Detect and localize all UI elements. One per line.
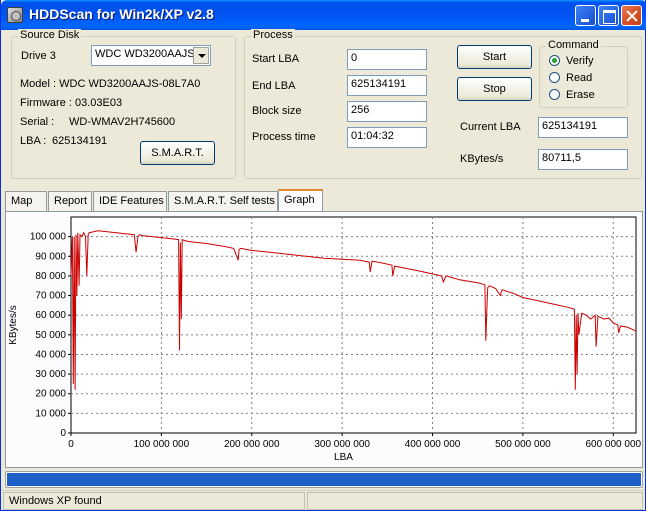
block-size-field[interactable]: 256	[347, 101, 427, 122]
x-tick-label: 0	[68, 439, 74, 450]
minimize-button[interactable]	[575, 5, 596, 26]
lba-label: LBA :	[20, 135, 47, 147]
radio-icon[interactable]	[549, 72, 560, 83]
y-axis-label: KBytes/s	[8, 305, 19, 344]
lba-value: 625134191	[52, 135, 108, 147]
command-legend: Command	[546, 39, 601, 51]
tab-report[interactable]: Report	[48, 191, 92, 211]
x-tick-label: 500 000 000	[495, 439, 551, 450]
y-tick-label: 30 000	[35, 369, 66, 380]
process-time-field: 01:04:32	[347, 127, 427, 148]
drive-select-value: WDC WD3200AAJS	[95, 48, 195, 60]
radio-selected-icon[interactable]	[549, 55, 560, 66]
erase-radio[interactable]: Erase	[549, 89, 595, 101]
start-lba-label: Start LBA	[252, 53, 300, 65]
y-tick-label: 100 000	[30, 232, 67, 243]
y-tick-label: 40 000	[35, 349, 66, 360]
close-button[interactable]	[621, 5, 642, 26]
y-tick-label: 20 000	[35, 389, 66, 400]
stop-button[interactable]: Stop	[457, 77, 532, 101]
firmware-text: Firmware : 03.03E03	[20, 97, 123, 109]
y-tick-label: 90 000	[35, 251, 66, 262]
y-tick-label: 0	[60, 428, 66, 439]
title-bar[interactable]: HDDScan for Win2k/XP v2.8	[1, 0, 646, 30]
tab-ide-features[interactable]: IDE Features	[93, 191, 167, 211]
x-tick-label: 100 000 000	[134, 439, 190, 450]
tab-map[interactable]: Map	[5, 191, 47, 211]
y-tick-label: 70 000	[35, 291, 66, 302]
serial-label: Serial :	[20, 116, 55, 128]
progress-bar	[5, 471, 643, 488]
current-lba-field: 625134191	[538, 117, 628, 138]
status-pane-empty	[307, 492, 643, 510]
verify-radio[interactable]: Verify	[549, 55, 594, 67]
graph-panel: 0 10 000 20 000 30 000 40 000 50 000 60 000 70 …	[5, 211, 643, 468]
tab-graph[interactable]: Graph	[278, 189, 323, 212]
x-axis-label: LBA	[334, 452, 353, 463]
hdd-icon	[7, 7, 23, 23]
tab-smart-self-tests[interactable]: S.M.A.R.T. Self tests	[168, 191, 278, 211]
read-radio[interactable]: Read	[549, 72, 592, 84]
radio-icon[interactable]	[549, 89, 560, 100]
x-tick-label: 600 000 000	[585, 439, 641, 450]
window-title: HDDScan for Win2k/XP v2.8	[29, 6, 214, 22]
kbytes-field: 80711,5	[538, 149, 628, 170]
end-lba-field[interactable]: 625134191	[347, 75, 427, 96]
maximize-button[interactable]	[598, 5, 619, 26]
status-bar: Windows XP found	[1, 490, 645, 510]
process-legend: Process	[251, 29, 295, 41]
serial-value: WD-WMAV2H745600	[69, 116, 176, 128]
verify-radio-label: Verify	[566, 55, 594, 67]
erase-radio-label: Erase	[566, 89, 595, 101]
speed-chart: 0 10 000 20 000 30 000 40 000 50 000 60 000 70 …	[8, 216, 642, 463]
y-tick-label: 80 000	[35, 271, 66, 282]
x-tick-label: 400 000 000	[405, 439, 461, 450]
app-window: HDDScan for Win2k/XP v2.8 Source Disk Dr…	[0, 0, 646, 511]
start-lba-field[interactable]: 0	[347, 49, 427, 70]
x-tick-label: 300 000 000	[314, 439, 370, 450]
drive-select[interactable]: WDC WD3200AAJS	[91, 45, 211, 66]
y-tick-label: 60 000	[35, 310, 66, 321]
current-lba-label: Current LBA	[460, 121, 521, 133]
process-time-label: Process time	[252, 131, 316, 143]
y-tick-label: 50 000	[35, 330, 66, 341]
end-lba-label: End LBA	[252, 80, 296, 92]
plot-area	[70, 216, 637, 434]
chevron-down-icon[interactable]	[193, 47, 209, 64]
kbytes-label: KBytes/s	[460, 153, 504, 165]
x-tick-label: 200 000 000	[224, 439, 280, 450]
smart-button[interactable]: S.M.A.R.T.	[140, 141, 215, 165]
source-disk-legend: Source Disk	[18, 29, 82, 41]
progress-fill	[7, 473, 641, 486]
status-text: Windows XP found	[3, 492, 305, 510]
read-radio-label: Read	[566, 72, 593, 84]
block-size-label: Block size	[252, 105, 302, 117]
model-text: Model : WDC WD3200AAJS-08L7A0	[20, 78, 201, 90]
y-tick-label: 10 000	[35, 408, 66, 419]
start-button[interactable]: Start	[457, 45, 532, 69]
drive-label: Drive 3	[21, 50, 56, 62]
